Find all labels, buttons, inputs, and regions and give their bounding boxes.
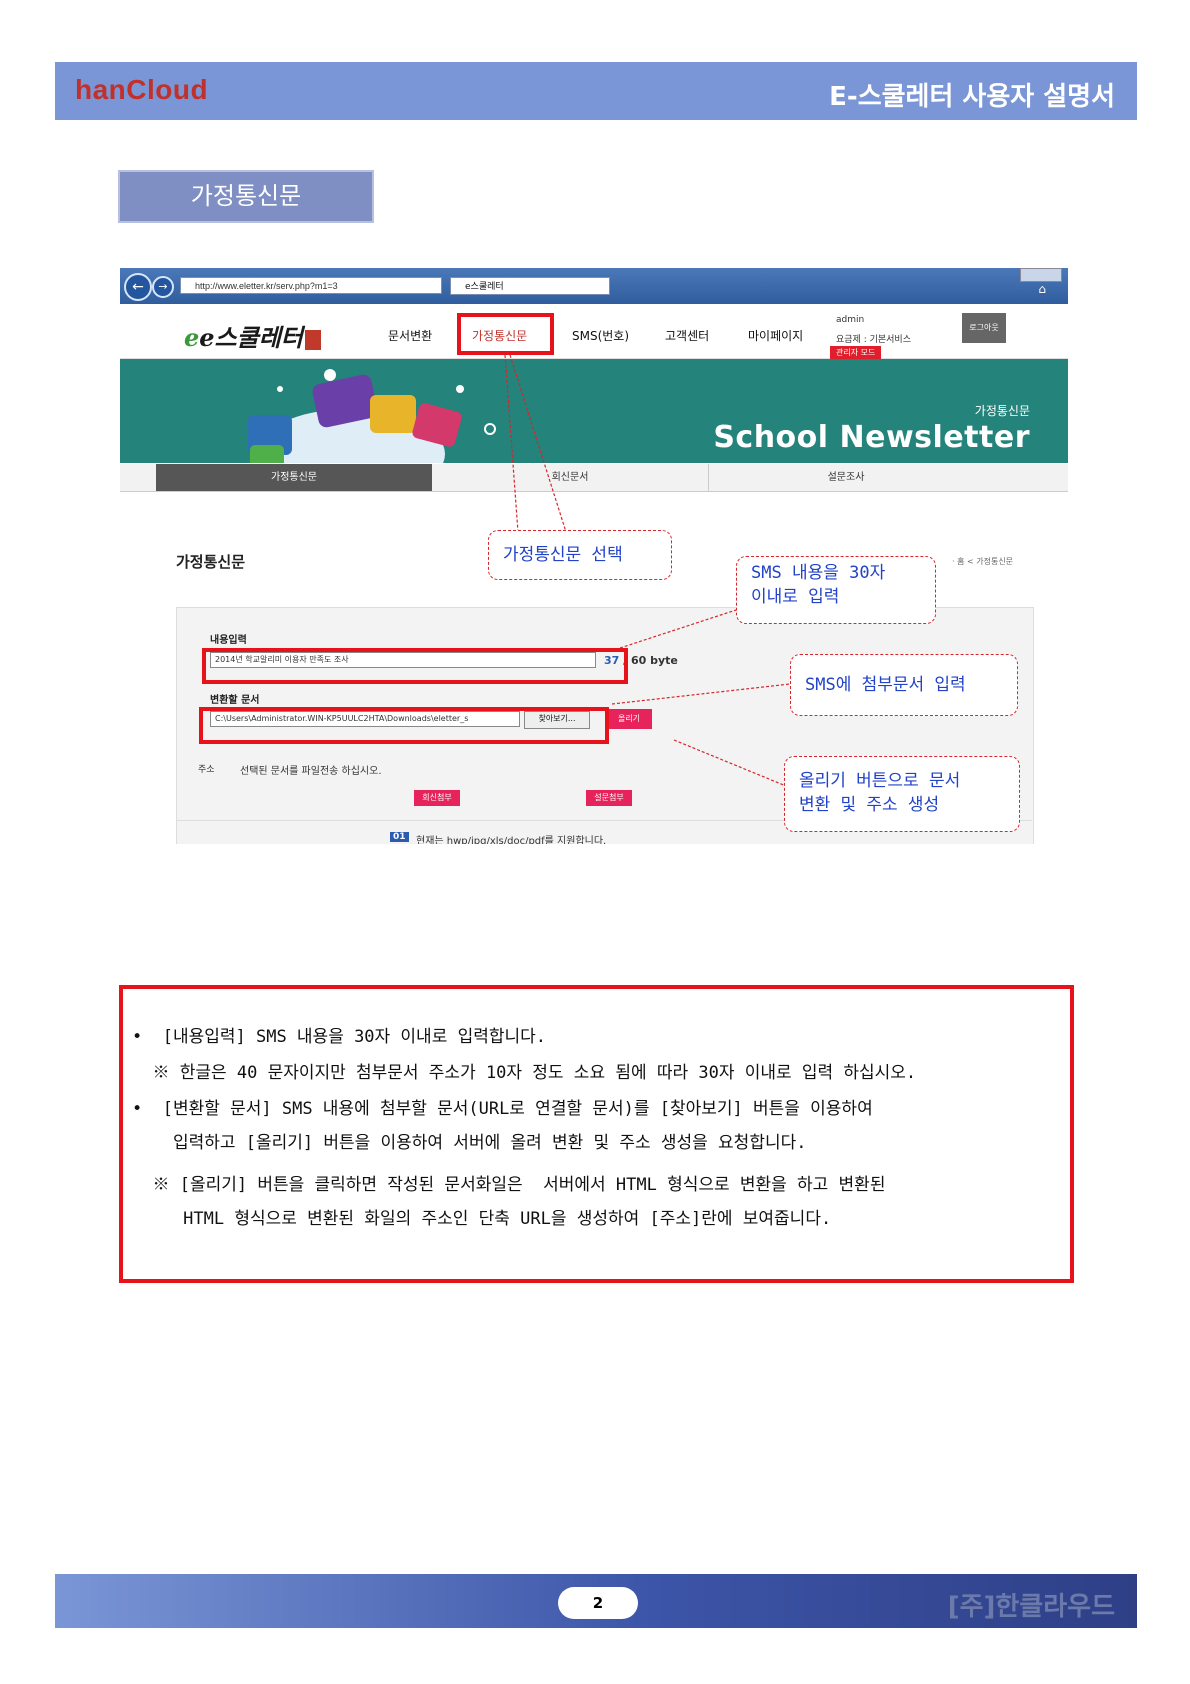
callout-leader-lines <box>504 354 791 787</box>
note-line-4: 입력하고 [올리기] 버튼을 이용하여 서버에 올려 변환 및 주소 생성을 요… <box>132 1133 807 1153</box>
callout-upload-line1: 올리기 버튼으로 문서 <box>799 771 961 791</box>
callout-attach-document: SMS에 첨부문서 입력 <box>790 654 1018 716</box>
callout-sms-line1: SMS 내용을 30자 <box>751 563 886 583</box>
note-line-2: ※ 한글은 40 문자이지만 첨부문서 주소가 10자 정도 소요 됨에 따라 … <box>132 1063 917 1083</box>
note-line-6: HTML 형식으로 변환된 화일의 주소인 단축 URL을 생성하여 [주소]란… <box>132 1209 832 1229</box>
callout-upload: 올리기 버튼으로 문서 변환 및 주소 생성 <box>784 756 1020 832</box>
note-line-5: ※ [올리기] 버튼을 클릭하면 작성된 문서화일은 서버에서 HTML 형식으… <box>132 1175 886 1195</box>
callout-select-newsletter: 가정통신문 선택 <box>488 530 672 580</box>
note-line-1: • [내용입력] SMS 내용을 30자 이내로 입력합니다. <box>132 1027 546 1047</box>
callout-sms-length: SMS 내용을 30자 이내로 입력 <box>736 556 936 624</box>
callout-sms-line2: 이내로 입력 <box>751 587 840 607</box>
page-number: 2 <box>558 1587 638 1619</box>
company-name: [주]한클라우드 <box>947 1592 1115 1622</box>
callout-upload-line2: 변환 및 주소 생성 <box>799 795 940 815</box>
note-line-3: • [변환할 문서] SMS 내용에 첨부할 문서(URL로 연결할 문서)를 … <box>132 1099 873 1119</box>
